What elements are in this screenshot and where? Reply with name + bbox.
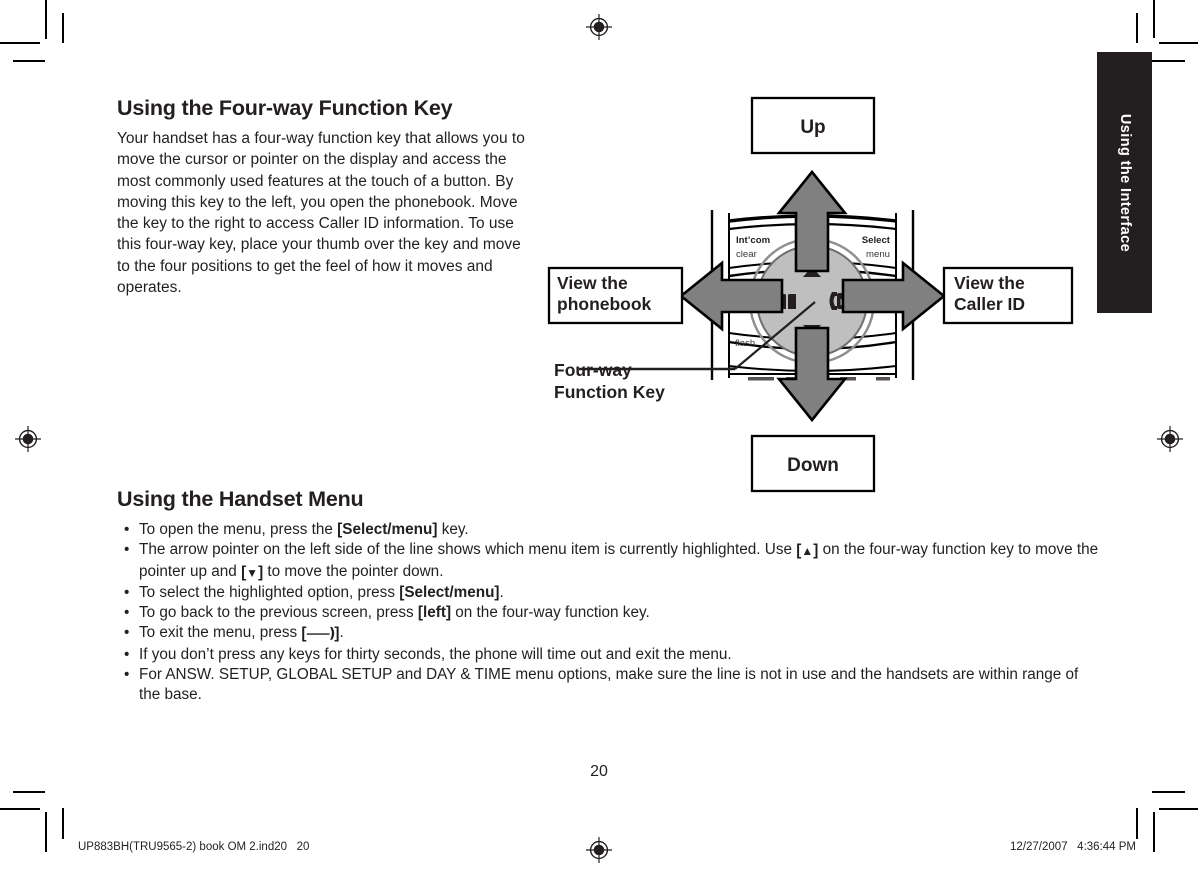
four-way-body-text: Your handset has a four-way function key…	[117, 130, 525, 297]
callout-down-label: Down	[787, 455, 839, 476]
bullet-marker: •	[124, 645, 130, 663]
key-label-select-menu: [Select/menu]	[399, 583, 500, 601]
bullet-text-post2: to move the pointer down.	[263, 562, 444, 580]
bullet-text-post: key.	[437, 521, 469, 538]
list-item: • To select the highlighted option, pres…	[117, 583, 1102, 603]
crop-mark-bl-inner-vertical	[62, 808, 64, 839]
crop-mark-tl-inner-vertical	[62, 13, 64, 43]
callout-phonebook-line2: phonebook	[557, 294, 652, 314]
list-item: • For ANSW. SETUP, GLOBAL SETUP and DAY …	[117, 665, 1102, 706]
footer-file-info: UP883BH(TRU9565-2) book OM 2.ind20 20	[78, 841, 310, 853]
power-key-icon: [⸺)]	[301, 625, 340, 643]
page-number: 20	[590, 763, 608, 780]
bullet-marker: •	[124, 521, 130, 538]
list-item: • To open the menu, press the [Select/me…	[117, 520, 1102, 540]
bullet-text-post: .	[499, 583, 504, 601]
callout-up: Up	[750, 96, 876, 155]
key-label-left: [left]	[417, 604, 452, 622]
bullet-text-pre: To select the highlighted option, press	[139, 583, 400, 601]
crop-mark-bl-horizontal	[0, 808, 40, 810]
bullet-text-pre: If you don’t press any keys for thirty s…	[139, 645, 732, 663]
list-item: • If you don’t press any keys for thirty…	[117, 645, 1102, 665]
crop-mark-tr-inner-vertical	[1136, 13, 1138, 43]
bullet-marker: •	[124, 583, 130, 601]
callout-callerid-line1: View the	[954, 273, 1025, 293]
bullet-text-pre: The arrow pointer on the left side of th…	[139, 541, 797, 559]
bullet-text-pre: To go back to the previous screen, press	[139, 604, 418, 622]
crop-mark-tl-inner-horizontal	[13, 60, 45, 62]
keypad-label-flash: flash	[735, 338, 755, 349]
crop-mark-tr-vertical	[1153, 0, 1155, 38]
crop-mark-br-inner-horizontal	[1152, 791, 1185, 793]
callout-fourway-line2: Function Key	[554, 382, 665, 402]
four-way-section: Using the Four-way Function Key Your han…	[117, 96, 537, 298]
bullet-text-pre: To exit the menu, press	[139, 624, 302, 642]
list-item: • To go back to the previous screen, pre…	[117, 603, 1102, 623]
crop-mark-br-vertical	[1153, 812, 1155, 852]
triangle-down-icon: [▼]	[241, 563, 264, 581]
bullet-marker: •	[124, 604, 130, 622]
callout-callerid-line2: Caller ID	[954, 294, 1025, 314]
footer-timestamp: 12/27/2007 4:36:44 PM	[1010, 841, 1136, 853]
crop-mark-tl-vertical	[45, 0, 47, 39]
page-title: Using the Four-way Function Key	[117, 96, 453, 120]
callout-down: Down	[750, 434, 876, 493]
callout-callerid: View the Caller ID	[942, 266, 1074, 325]
chapter-tab-label: Using the Interface	[1116, 113, 1133, 252]
registration-mark-bottom	[586, 837, 612, 863]
crop-mark-bl-vertical	[45, 812, 47, 852]
crop-mark-tl-horizontal	[0, 42, 40, 44]
keypad-label-clear: clear	[736, 249, 758, 260]
crop-mark-bl-inner-horizontal	[13, 791, 45, 793]
registration-mark-right	[1157, 426, 1183, 452]
handset-menu-bullet-list: • To open the menu, press the [Select/me…	[117, 520, 1102, 706]
callout-phonebook: View the phonebook	[547, 266, 684, 325]
handset-menu-section: Using the Handset Menu • To open the men…	[117, 487, 1102, 706]
bullet-text-pre: For ANSW. SETUP, GLOBAL SETUP and DAY & …	[139, 666, 1079, 704]
bullet-text-post: on the four-way function key.	[451, 604, 650, 622]
callout-phonebook-line1: View the	[557, 273, 628, 293]
keypad-label-select: Select	[862, 235, 891, 246]
crop-mark-tr-horizontal	[1159, 42, 1198, 44]
callout-fourway-line1: Four-way	[554, 360, 632, 380]
bullet-text-pre: To open the menu, press the	[139, 521, 338, 538]
crop-mark-br-inner-vertical	[1136, 808, 1138, 839]
callout-up-label: Up	[800, 117, 825, 138]
registration-mark-top	[586, 14, 612, 40]
list-item: • To exit the menu, press [⸺)].	[117, 623, 1102, 644]
registration-mark-left	[15, 426, 41, 452]
bullet-marker: •	[124, 666, 130, 684]
crop-mark-tr-inner-horizontal	[1152, 60, 1185, 62]
keypad-label-intcom: Int’com	[736, 235, 770, 246]
list-item: • The arrow pointer on the left side of …	[117, 540, 1102, 583]
four-way-key-diagram: Int’com clear Select menu flash ID	[540, 88, 1085, 503]
bullet-marker: •	[124, 541, 130, 559]
bullet-text-post: .	[339, 624, 344, 642]
triangle-up-icon: [▲]	[796, 542, 819, 560]
bullet-marker: •	[124, 624, 130, 642]
key-label-select-menu: [Select/menu]	[337, 521, 438, 538]
crop-mark-br-horizontal	[1159, 808, 1198, 810]
chapter-tab: Using the Interface	[1097, 52, 1152, 313]
keypad-label-menu: menu	[866, 249, 890, 260]
